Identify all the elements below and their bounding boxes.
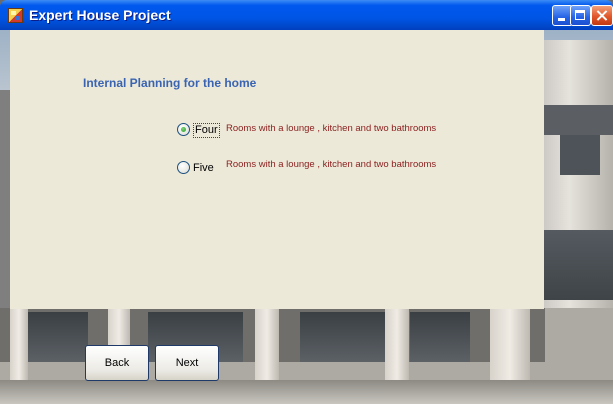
building-glass — [300, 312, 390, 362]
window-title: Expert House Project — [29, 7, 171, 23]
building-glass — [28, 312, 88, 362]
close-button[interactable] — [591, 5, 613, 26]
building-band-lower — [540, 230, 613, 300]
building-window — [560, 135, 600, 175]
page-heading: Internal Planning for the home — [83, 76, 257, 90]
building-pillar — [255, 308, 279, 380]
building-pillar — [385, 308, 409, 380]
next-button[interactable]: Next — [155, 345, 219, 381]
radio-four-label[interactable]: Four — [193, 123, 220, 138]
building-glass — [410, 312, 470, 362]
app-icon[interactable] — [8, 8, 23, 23]
option-four-description: Rooms with a lounge , kitchen and two ba… — [226, 123, 437, 134]
building-band — [540, 105, 613, 135]
maximize-button[interactable] — [570, 5, 591, 26]
radio-five-label[interactable]: Five — [193, 162, 214, 174]
option-five-description: Rooms with a lounge , kitchen and two ba… — [226, 159, 437, 170]
radio-four[interactable] — [177, 123, 190, 136]
building-pillar — [10, 308, 28, 380]
back-button[interactable]: Back — [85, 345, 149, 381]
app-window: Expert House Project Internal Planning f… — [0, 0, 613, 404]
radio-five[interactable] — [177, 161, 190, 174]
ground — [0, 380, 613, 404]
building-pillar — [490, 308, 530, 380]
title-bar[interactable]: Expert House Project — [0, 0, 613, 30]
